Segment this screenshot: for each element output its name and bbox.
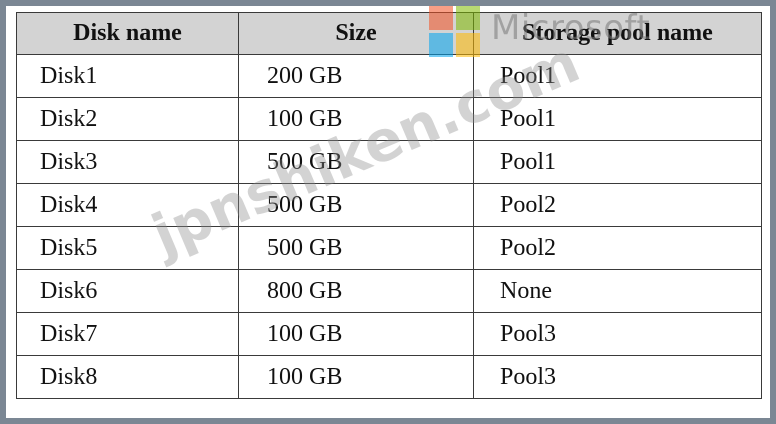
table-row: Disk5 500 GB Pool2 [16,226,762,270]
cell-disk-name: Disk5 [16,226,239,270]
cell-size: 100 GB [238,97,474,141]
table-row: Disk4 500 GB Pool2 [16,183,762,227]
table-row: Disk7 100 GB Pool3 [16,312,762,356]
cell-disk-name: Disk6 [16,269,239,313]
cell-size: 500 GB [238,226,474,270]
disk-table: Disk name Size Storage pool name Disk1 2… [16,12,762,399]
cell-pool-name: None [473,269,762,313]
cell-pool-name: Pool1 [473,140,762,184]
table-row: Disk2 100 GB Pool1 [16,97,762,141]
table-row: Disk1 200 GB Pool1 [16,54,762,98]
table-header-row: Disk name Size Storage pool name [16,12,762,55]
cell-pool-name: Pool2 [473,183,762,227]
cell-disk-name: Disk3 [16,140,239,184]
cell-size: 100 GB [238,312,474,356]
header-size: Size [238,12,474,55]
cell-disk-name: Disk8 [16,355,239,399]
header-disk-name: Disk name [16,12,239,55]
cell-pool-name: Pool3 [473,312,762,356]
cell-pool-name: Pool1 [473,97,762,141]
table-row: Disk8 100 GB Pool3 [16,355,762,399]
table-row: Disk3 500 GB Pool1 [16,140,762,184]
cell-pool-name: Pool2 [473,226,762,270]
cell-disk-name: Disk1 [16,54,239,98]
document-frame: Disk name Size Storage pool name Disk1 2… [6,6,770,418]
cell-pool-name: Pool1 [473,54,762,98]
cell-pool-name: Pool3 [473,355,762,399]
cell-size: 800 GB [238,269,474,313]
cell-disk-name: Disk4 [16,183,239,227]
cell-size: 500 GB [238,140,474,184]
cell-disk-name: Disk7 [16,312,239,356]
table-row: Disk6 800 GB None [16,269,762,313]
cell-size: 200 GB [238,54,474,98]
cell-disk-name: Disk2 [16,97,239,141]
cell-size: 500 GB [238,183,474,227]
header-storage-pool-name: Storage pool name [473,12,762,55]
cell-size: 100 GB [238,355,474,399]
